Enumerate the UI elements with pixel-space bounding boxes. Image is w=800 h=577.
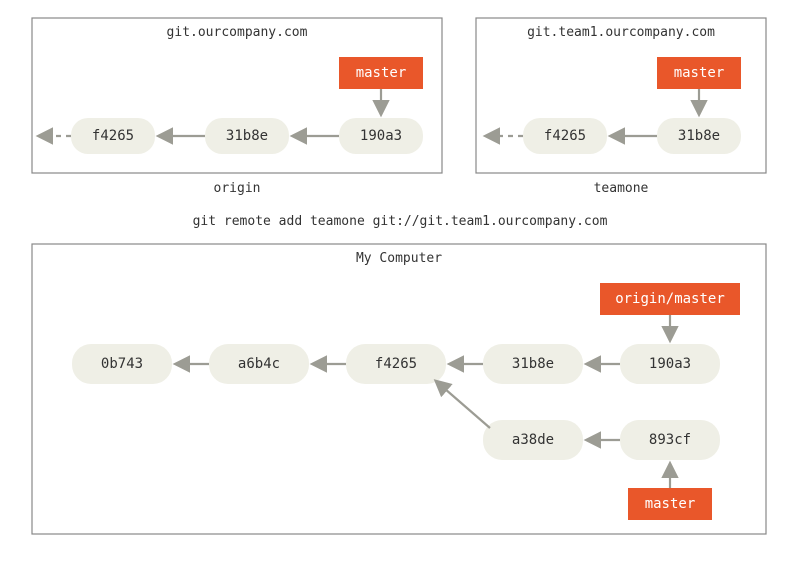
teamone-title: git.team1.ourcompany.com [527, 25, 715, 40]
commit-node: f4265 [71, 118, 155, 154]
commit-node: 31b8e [483, 344, 583, 384]
commit-node: a38de [483, 420, 583, 460]
commit-hash: 190a3 [360, 128, 402, 144]
origin-title: git.ourcompany.com [167, 25, 308, 40]
arrow-commit-diagonal [437, 382, 490, 428]
commit-hash: 893cf [649, 432, 691, 448]
commit-node: 0b743 [72, 344, 172, 384]
commit-node: a6b4c [209, 344, 309, 384]
commit-node: 31b8e [657, 118, 741, 154]
git-command: git remote add teamone git://git.team1.o… [193, 214, 608, 229]
commit-node: 31b8e [205, 118, 289, 154]
commit-hash: f4265 [375, 356, 417, 372]
commit-hash: a38de [512, 432, 554, 448]
teamone-ref-master: master [657, 57, 741, 89]
commit-hash: 31b8e [678, 128, 720, 144]
diagram-root: git.ourcompany.com master 190a3 31b8e f4… [0, 0, 800, 577]
ref-label: master [645, 496, 696, 512]
commit-hash: 190a3 [649, 356, 691, 372]
commit-node: f4265 [346, 344, 446, 384]
local-panel: My Computer origin/master 190a3 31b8e f4… [32, 244, 766, 534]
ref-label: origin/master [615, 291, 725, 307]
local-ref-origin-master: origin/master [600, 283, 740, 315]
ref-label: master [356, 65, 407, 81]
local-title: My Computer [356, 251, 442, 266]
commit-hash: f4265 [92, 128, 134, 144]
commit-hash: 31b8e [512, 356, 554, 372]
commit-node: f4265 [523, 118, 607, 154]
teamone-panel: git.team1.ourcompany.com master 31b8e f4… [476, 18, 766, 196]
commit-node: 190a3 [620, 344, 720, 384]
ref-label: master [674, 65, 725, 81]
local-ref-master: master [628, 488, 712, 520]
origin-panel: git.ourcompany.com master 190a3 31b8e f4… [32, 18, 442, 196]
origin-ref-master: master [339, 57, 423, 89]
commit-node: 190a3 [339, 118, 423, 154]
commit-hash: a6b4c [238, 356, 280, 372]
commit-hash: f4265 [544, 128, 586, 144]
commit-hash: 31b8e [226, 128, 268, 144]
commit-hash: 0b743 [101, 356, 143, 372]
origin-caption: origin [214, 181, 261, 196]
commit-node: 893cf [620, 420, 720, 460]
teamone-caption: teamone [594, 181, 649, 196]
